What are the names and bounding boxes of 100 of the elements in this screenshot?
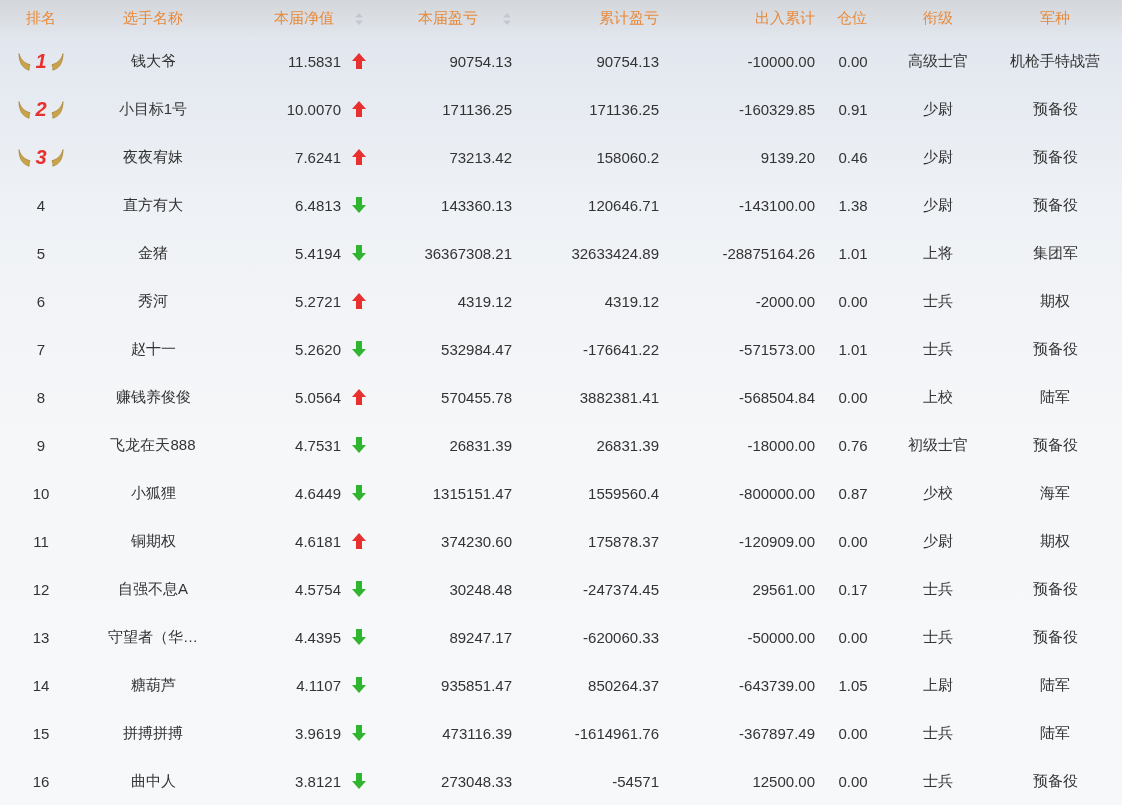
- player-name: 小狐狸: [130, 483, 176, 503]
- net-value: 4.5754: [295, 580, 341, 598]
- service-branch: 期权: [1040, 531, 1070, 551]
- service-branch: 预备役: [1032, 579, 1078, 599]
- net-value: 4.6181: [295, 532, 341, 550]
- military-rank: 士兵: [923, 579, 953, 599]
- period-profit: 374230.60: [441, 532, 512, 550]
- period-profit: 90754.13: [449, 52, 512, 70]
- wing-icon: [18, 98, 32, 120]
- net-value: 3.9619: [295, 724, 341, 742]
- period-profit: 532984.47: [441, 340, 512, 358]
- player-name: 直方有大: [123, 195, 183, 215]
- total-profit: 32633424.89: [571, 244, 659, 262]
- player-name: 小目标1号: [118, 99, 188, 119]
- player-name: 赵十一: [130, 339, 176, 359]
- net-value: 10.0070: [286, 100, 341, 118]
- period-profit: 4319.12: [457, 292, 512, 310]
- service-branch: 期权: [1040, 291, 1070, 311]
- period-profit: 1315151.47: [432, 484, 512, 502]
- wing-icon: [18, 50, 32, 72]
- period-profit: 473116.39: [442, 724, 512, 742]
- rank-number: 13: [32, 628, 50, 646]
- military-rank: 士兵: [923, 339, 953, 359]
- service-branch: 预备役: [1032, 147, 1078, 167]
- position-ratio: 0.17: [838, 580, 868, 598]
- total-profit: 850264.37: [588, 676, 659, 694]
- cash-flow: -568504.84: [739, 388, 815, 406]
- player-name: 金猪: [138, 243, 168, 263]
- player-name: 自强不息A: [118, 579, 188, 599]
- cash-flow: -571573.00: [739, 340, 815, 358]
- period-profit: 143360.13: [441, 196, 512, 214]
- military-rank: 上尉: [923, 675, 953, 695]
- player-name: 守望者（华…: [108, 627, 198, 647]
- service-branch: 集团军: [1032, 243, 1078, 263]
- column-header[interactable]: 本届净值: [274, 9, 334, 28]
- column-header: 衔级: [923, 9, 953, 28]
- net-value: 7.6241: [295, 148, 341, 166]
- rank-number: 3: [35, 145, 47, 169]
- rank-number: 10: [32, 484, 50, 502]
- rank-number: 6: [36, 292, 46, 310]
- player-name: 钱大爷: [130, 51, 176, 71]
- player-name: 曲中人: [130, 771, 176, 791]
- position-ratio: 0.00: [838, 772, 868, 790]
- net-value: 5.4194: [295, 244, 341, 262]
- sort-icon[interactable]: [502, 11, 512, 26]
- military-rank: 高级士官: [908, 51, 968, 71]
- period-profit: 30248.48: [449, 580, 512, 598]
- military-rank: 士兵: [923, 291, 953, 311]
- column-header: 出入累计: [755, 9, 815, 28]
- period-profit: 89247.17: [449, 628, 512, 646]
- player-name: 飞龙在天888: [110, 435, 196, 455]
- position-ratio: 0.00: [838, 724, 868, 742]
- net-value: 3.8121: [295, 772, 341, 790]
- sort-icon[interactable]: [354, 11, 364, 26]
- column-header[interactable]: 本届盈亏: [418, 9, 478, 28]
- cash-flow: -2000.00: [755, 292, 815, 310]
- total-profit: 4319.12: [604, 292, 659, 310]
- cash-flow: -160329.85: [739, 100, 815, 118]
- position-ratio: 1.01: [838, 340, 868, 358]
- military-rank: 初级士官: [908, 435, 968, 455]
- military-rank: 少尉: [923, 99, 953, 119]
- total-profit: 171136.25: [589, 100, 659, 118]
- position-ratio: 0.00: [838, 52, 868, 70]
- period-profit: 570455.78: [441, 388, 512, 406]
- total-profit: 120646.71: [588, 196, 659, 214]
- column-header: 累计盈亏: [599, 9, 659, 28]
- position-ratio: 0.00: [838, 292, 868, 310]
- period-profit: 935851.47: [441, 676, 512, 694]
- service-branch: 预备役: [1032, 339, 1078, 359]
- military-rank: 士兵: [923, 771, 953, 791]
- player-name: 拼搏拼搏: [123, 723, 183, 743]
- net-value: 4.6449: [295, 484, 341, 502]
- rank-number: 4: [36, 196, 46, 214]
- player-name: 赚钱养俊俊: [115, 387, 191, 407]
- rank-number: 16: [32, 772, 50, 790]
- period-profit: 36367308.21: [424, 244, 512, 262]
- total-profit: 3882381.41: [579, 388, 659, 406]
- wing-icon: [50, 50, 64, 72]
- position-ratio: 0.76: [838, 436, 868, 454]
- service-branch: 预备役: [1032, 435, 1078, 455]
- cash-flow: -28875164.26: [722, 244, 815, 262]
- total-profit: -176641.22: [583, 340, 659, 358]
- rank-number: 11: [33, 532, 49, 550]
- total-profit: 1559560.4: [588, 484, 659, 502]
- rank-number: 2: [35, 97, 47, 121]
- military-rank: 少尉: [923, 531, 953, 551]
- position-ratio: 0.91: [838, 100, 868, 118]
- column-header: 仓位: [837, 9, 867, 28]
- position-ratio: 0.00: [838, 532, 868, 550]
- column-header: 选手名称: [123, 9, 183, 28]
- player-name: 铜期权: [130, 531, 176, 551]
- cash-flow: -800000.00: [739, 484, 815, 502]
- total-profit: -620060.33: [583, 628, 659, 646]
- period-profit: 171136.25: [442, 100, 512, 118]
- total-profit: 175878.37: [588, 532, 659, 550]
- rank-number: 15: [32, 724, 50, 742]
- service-branch: 预备役: [1032, 99, 1078, 119]
- column-header: 排名: [26, 9, 56, 28]
- rank-number: 14: [32, 676, 50, 694]
- cash-flow: -367897.49: [739, 724, 815, 742]
